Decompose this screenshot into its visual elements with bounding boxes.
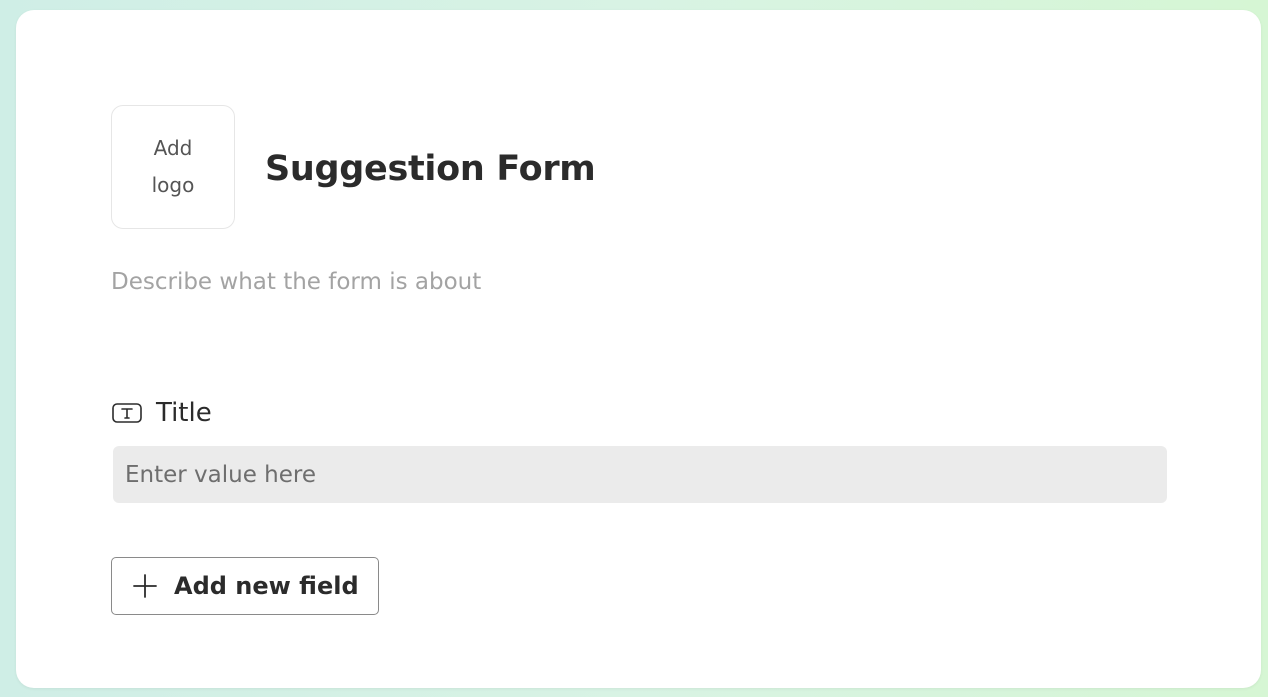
add-logo-button[interactable]: Add logo	[111, 105, 235, 229]
text-type-icon	[112, 403, 142, 423]
add-new-field-label: Add new field	[174, 572, 359, 600]
field-label: Title	[156, 398, 212, 428]
add-new-field-button[interactable]: Add new field	[111, 557, 379, 615]
form-title[interactable]: Suggestion Form	[265, 146, 596, 192]
add-logo-label: Add logo	[151, 136, 195, 197]
form-card: Add logo Suggestion Form Describe what t…	[16, 10, 1261, 688]
plus-icon	[133, 574, 157, 598]
form-description[interactable]: Describe what the form is about	[111, 266, 481, 298]
field-header-title: Title	[112, 395, 212, 431]
title-input[interactable]	[113, 446, 1167, 503]
